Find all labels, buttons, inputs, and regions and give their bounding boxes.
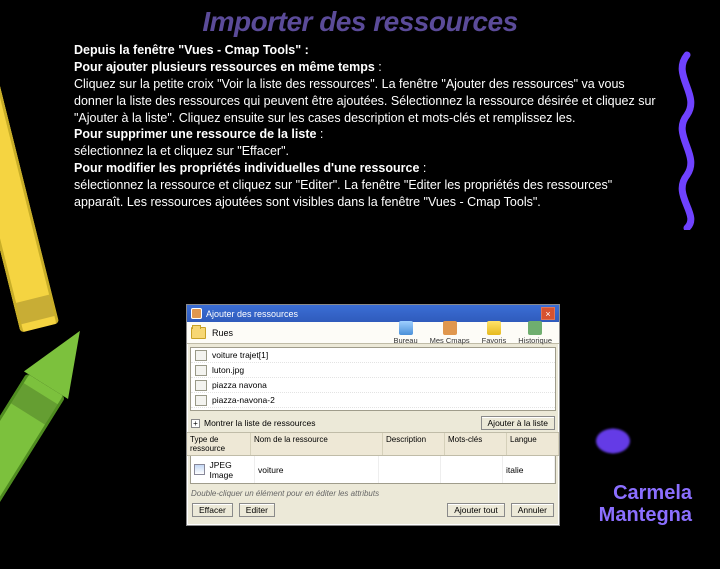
dialog-buttons: Effacer Editer Ajouter tout Annuler [187,500,559,520]
para-remove: sélectionnez la et cliquez sur "Effacer"… [74,144,289,158]
cancel-button[interactable]: Annuler [511,503,554,517]
lead-line: Depuis la fenêtre "Vues - Cmap Tools" : [74,43,309,57]
toolbar-desktop[interactable]: Bureau [390,321,420,345]
add-to-list-button[interactable]: Ajouter à la liste [481,416,555,430]
page-title: Importer des ressources [0,0,720,38]
add-resources-dialog: Ajouter des ressources × Rues Bureau Mes… [186,304,560,526]
close-button[interactable]: × [541,307,555,320]
list-item: luton.jpg [191,363,555,378]
dialog-titlebar: Ajouter des ressources × [187,305,559,322]
remove-button[interactable]: Effacer [192,503,233,517]
para-add-many: Cliquez sur la petite croix "Voir la lis… [74,77,656,125]
file-icon [195,365,207,376]
file-list[interactable]: voiture trajet[1] luton.jpg piazza navon… [190,347,556,411]
list-item: piazza navona [191,378,555,393]
history-icon [528,321,542,335]
subhead-add-many: Pour ajouter plusieurs ressources en mêm… [74,60,375,74]
toolbar-favorites[interactable]: Favoris [479,321,510,345]
purple-scribble-graphic [582,424,644,458]
star-icon [487,321,501,335]
resource-grid-header: Type de ressource Nom de la ressource De… [187,432,559,456]
desktop-icon [399,321,413,335]
grid-hint: Double-cliquer un élément pour en éditer… [187,484,559,500]
expand-row: + Montrer la liste de ressources Ajouter … [187,414,559,432]
resource-grid-row[interactable]: JPEG Image voiture italie [190,456,556,484]
subhead-edit: Pour modifier les propriétés individuell… [74,161,419,175]
subhead-remove: Pour supprimer une ressource de la liste [74,127,316,141]
current-folder: Rues [212,328,233,338]
jpeg-icon [194,464,205,475]
file-icon [195,350,207,361]
list-item: voiture trajet[1] [191,348,555,363]
expand-label: Montrer la liste de ressources [204,418,316,428]
instruction-body: Depuis la fenêtre "Vues - Cmap Tools" : … [0,38,720,217]
folder-icon [191,327,206,339]
cmaps-icon [443,321,457,335]
para-edit: sélectionnez la ressource et cliquez sur… [74,178,612,209]
toolbar-mycmaps[interactable]: Mes Cmaps [427,321,473,345]
file-icon [195,380,207,391]
expand-toggle[interactable]: + [191,419,200,428]
file-icon [195,395,207,406]
author-credit: CarmelaMantegna [599,482,692,526]
edit-button[interactable]: Editer [239,503,275,517]
add-all-button[interactable]: Ajouter tout [447,503,504,517]
green-crayon-graphic [0,373,65,567]
toolbar-history[interactable]: Historique [515,321,555,345]
list-item: piazza-navona-2 [191,393,555,408]
purple-swirl-graphic [666,50,708,230]
dialog-title: Ajouter des ressources [206,309,298,319]
dialog-app-icon [191,308,202,319]
dialog-toolbar: Rues Bureau Mes Cmaps Favoris Historique [187,322,559,344]
